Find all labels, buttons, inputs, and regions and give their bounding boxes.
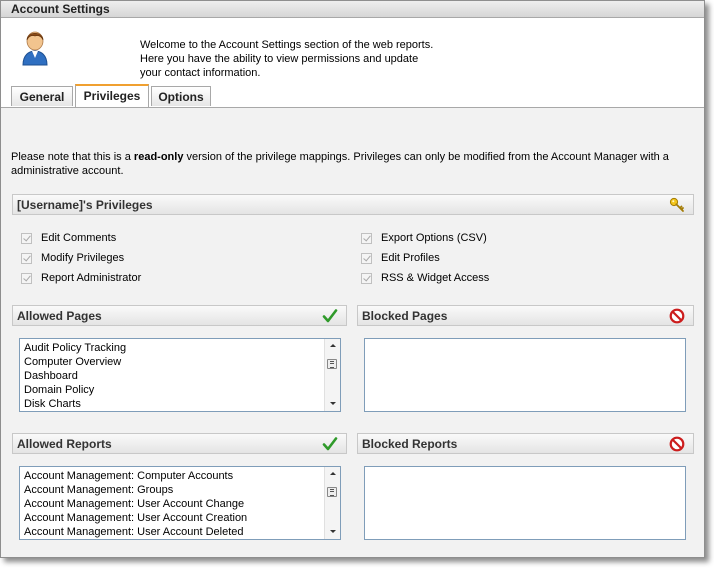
welcome-line: your contact information. — [140, 67, 261, 79]
allowed-reports-header: Allowed Reports — [12, 433, 347, 454]
vertical-scrollbar[interactable] — [324, 339, 340, 411]
welcome-text: Welcome to the Account Settings section … — [140, 38, 460, 80]
note-bold: read-only — [133, 151, 184, 163]
list-item[interactable]: Account Management: Groups — [21, 483, 324, 497]
tab-strip: General Privileges Options — [1, 84, 704, 108]
welcome-line: Here you have the ability to view permis… — [140, 53, 419, 65]
scroll-up-arrow-icon[interactable] — [325, 467, 340, 481]
checkbox-label: Edit Comments — [41, 232, 117, 244]
allowed-reports-title: Allowed Reports — [17, 437, 112, 451]
list-item[interactable]: Account Management: User Account Deleted — [21, 525, 324, 539]
checkbox-label: Edit Profiles — [381, 252, 440, 264]
blocked-pages-list[interactable] — [364, 338, 686, 412]
vertical-scrollbar[interactable] — [324, 467, 340, 539]
note-prefix: Please note that this is a — [11, 151, 134, 163]
checkbox — [21, 273, 32, 284]
blocked-reports-header: Blocked Reports — [357, 433, 694, 454]
checkbox-label: Modify Privileges — [41, 252, 125, 264]
list-item[interactable]: Account Management: Computer Accounts — [21, 469, 324, 483]
checkmark-icon — [322, 437, 338, 451]
allowed-reports-list[interactable]: Account Management: Computer Accounts Ac… — [19, 466, 341, 540]
key-icon — [669, 197, 684, 212]
allowed-pages-title: Allowed Pages — [17, 309, 102, 323]
list-item[interactable]: Disk Charts — [21, 397, 324, 411]
list-item[interactable]: Dashboard — [21, 369, 324, 383]
blocked-reports-title: Blocked Reports — [362, 437, 458, 451]
checkbox — [21, 253, 32, 264]
blocked-pages-header: Blocked Pages — [357, 305, 694, 326]
list-item[interactable]: Account Management: User Account Creatio… — [21, 511, 324, 525]
allowed-pages-list[interactable]: Audit Policy Tracking Computer Overview … — [19, 338, 341, 412]
scroll-down-arrow-icon[interactable] — [325, 525, 340, 539]
blocked-reports-list[interactable] — [364, 466, 686, 540]
checkmark-icon — [322, 309, 338, 323]
checkbox — [361, 233, 372, 244]
privileges-header: [Username]'s Privileges — [12, 194, 694, 215]
window-titlebar: Account Settings — [1, 1, 704, 18]
checkbox — [361, 253, 372, 264]
allowed-pages-header: Allowed Pages — [12, 305, 347, 326]
checkbox-label: Report Administrator — [41, 272, 142, 284]
blocked-icon — [669, 436, 685, 452]
blocked-icon — [669, 308, 685, 324]
window-title: Account Settings — [11, 2, 110, 16]
list-item[interactable]: Account Management: User Account Change — [21, 497, 324, 511]
list-item[interactable]: Audit Policy Tracking — [21, 341, 324, 355]
blocked-pages-title: Blocked Pages — [362, 309, 448, 323]
checkbox-label: Export Options (CSV) — [381, 232, 487, 244]
checkbox — [361, 273, 372, 284]
readonly-note: Please note that this is a read-only ver… — [11, 150, 691, 178]
tab-options[interactable]: Options — [151, 86, 211, 106]
privileges-title: [Username]'s Privileges — [17, 198, 153, 212]
scroll-down-arrow-icon[interactable] — [325, 397, 340, 411]
scroll-thumb-grip-icon[interactable] — [327, 487, 337, 497]
checkbox — [21, 233, 32, 244]
tab-general[interactable]: General — [11, 86, 73, 106]
checkbox-label: RSS & Widget Access — [381, 272, 490, 284]
welcome-line: Welcome to the Account Settings section … — [140, 39, 434, 51]
list-item[interactable]: Domain Policy — [21, 383, 324, 397]
tab-privileges[interactable]: Privileges — [75, 84, 149, 107]
list-item[interactable]: Computer Overview — [21, 355, 324, 369]
user-avatar-icon — [22, 31, 48, 66]
scroll-thumb-grip-icon[interactable] — [327, 359, 337, 369]
account-settings-window: Account Settings Welcome to the Account … — [0, 0, 705, 558]
scroll-up-arrow-icon[interactable] — [325, 339, 340, 353]
